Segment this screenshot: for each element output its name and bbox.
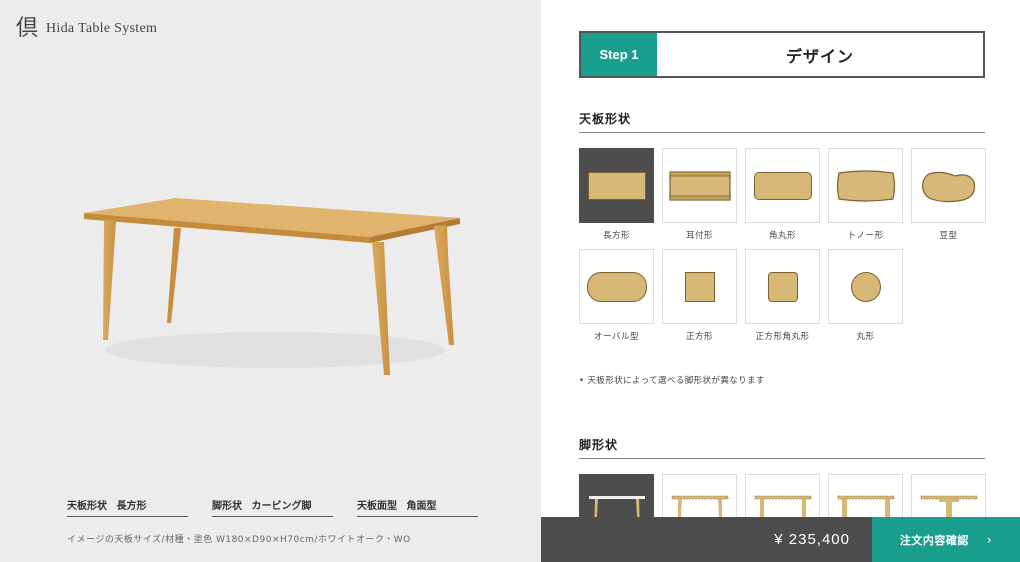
top-shape-options: 長方形 耳付形 角丸形 トノー形 豆型 オーバル型 正方形 正方形角丸形 丸形 bbox=[579, 148, 986, 342]
rounded-square-shape-icon bbox=[767, 271, 798, 302]
option-round[interactable]: 丸形 bbox=[828, 249, 903, 342]
section-heading-top-shape: 天板形状 bbox=[579, 110, 985, 133]
brand-logo[interactable]: 倶 Hida Table System bbox=[16, 18, 157, 40]
square-shape-icon bbox=[684, 271, 715, 302]
brand-name: Hida Table System bbox=[46, 21, 158, 36]
step-header: Step 1 デザイン bbox=[579, 31, 985, 78]
confirm-order-label: 注文内容確認 bbox=[899, 533, 969, 547]
option-oval[interactable]: オーバル型 bbox=[579, 249, 654, 342]
round-shape-icon bbox=[850, 271, 881, 302]
tonneau-shape-icon bbox=[836, 169, 895, 202]
total-price: ¥ 235,400 bbox=[541, 517, 872, 562]
section-heading-leg-shape: 脚形状 bbox=[579, 436, 985, 459]
table-preview-image bbox=[84, 198, 460, 375]
oval-shape-icon bbox=[586, 271, 647, 302]
step-number: Step 1 bbox=[581, 33, 657, 76]
chevron-right-icon: › bbox=[986, 532, 993, 547]
spec-leg-shape: 脚形状 カービング脚 bbox=[212, 497, 333, 517]
rectangle-shape-icon bbox=[587, 171, 646, 200]
checkout-bar: ¥ 235,400 注文内容確認 › bbox=[541, 517, 1020, 562]
option-rectangle[interactable]: 長方形 bbox=[579, 148, 654, 241]
option-bean[interactable]: 豆型 bbox=[911, 148, 986, 241]
brand-mark: 倶 bbox=[16, 16, 39, 41]
spec-edge-type: 天板面型 角面型 bbox=[357, 497, 478, 517]
option-tonneau[interactable]: トノー形 bbox=[828, 148, 903, 241]
config-pane[interactable]: Step 1 デザイン 天板形状 長方形 耳付形 角丸形 トノー形 豆型 オーバ… bbox=[541, 0, 1020, 562]
shape-note: • 天板形状によって選べる脚形状が異なります bbox=[579, 376, 765, 386]
option-rounded-square[interactable]: 正方形角丸形 bbox=[745, 249, 820, 342]
image-caption: イメージの天板サイズ/材種・塗色 W180×D90×H70cm/ホワイトオーク・… bbox=[67, 535, 411, 545]
option-rounded-corner[interactable]: 角丸形 bbox=[745, 148, 820, 241]
rounded-rect-shape-icon bbox=[753, 171, 812, 200]
option-square[interactable]: 正方形 bbox=[662, 249, 737, 342]
preview-pane: 倶 Hida Table System 天板形状 長方形 脚形状 カービング脚 … bbox=[0, 0, 541, 562]
option-live-edge[interactable]: 耳付形 bbox=[662, 148, 737, 241]
live-edge-shape-icon bbox=[668, 170, 731, 201]
spec-top-shape: 天板形状 長方形 bbox=[67, 497, 188, 517]
step-title: デザイン bbox=[785, 46, 854, 66]
spec-summary: 天板形状 長方形 脚形状 カービング脚 天板面型 角面型 bbox=[67, 497, 478, 517]
bean-shape-icon bbox=[921, 171, 975, 202]
confirm-order-button[interactable]: 注文内容確認 › bbox=[872, 517, 1020, 562]
